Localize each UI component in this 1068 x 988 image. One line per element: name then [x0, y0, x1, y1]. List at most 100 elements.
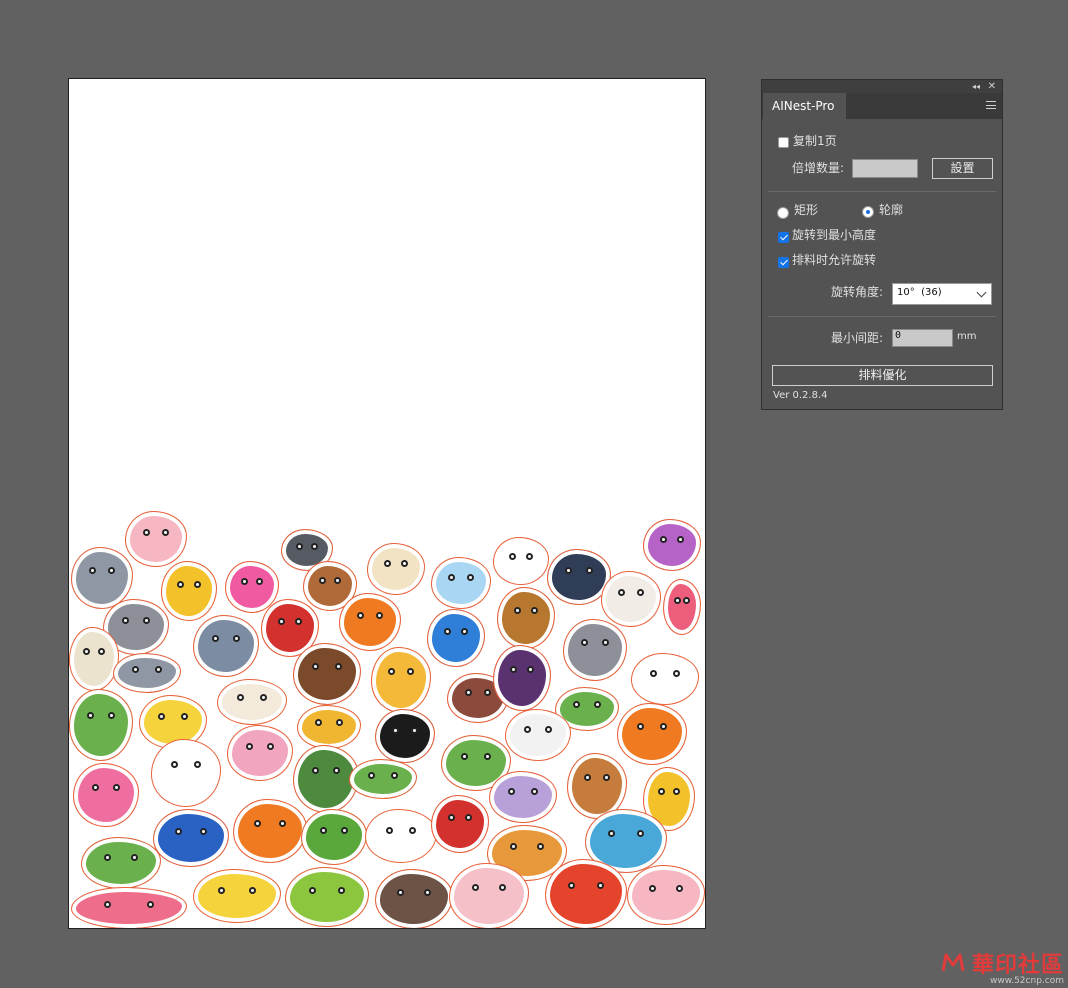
rabbit-sticker[interactable] — [151, 739, 221, 807]
sticker-eye — [401, 560, 409, 567]
sticker-eye — [650, 670, 658, 677]
bluebird-sticker[interactable] — [153, 809, 229, 867]
ladybug2-sticker[interactable] — [431, 795, 489, 853]
rotation-angle-select[interactable]: 10° (36) — [892, 283, 992, 305]
tulip-sticker[interactable] — [663, 579, 701, 635]
caterpillar-sticker[interactable] — [349, 759, 417, 799]
panel-titlebar[interactable]: ◂◂ ✕ — [762, 80, 1002, 93]
allow-rotation-checkbox[interactable] — [778, 257, 789, 268]
sticker-eye — [581, 639, 589, 647]
tab-ainest-pro[interactable]: AINest-Pro — [763, 93, 846, 120]
sticker-eye — [682, 597, 690, 605]
sticker-eye — [513, 607, 521, 615]
bee-sticker[interactable] — [161, 561, 217, 621]
caterpillar2-sticker[interactable] — [301, 809, 367, 865]
butterfly-sticker[interactable] — [73, 763, 139, 827]
beetle-sticker[interactable] — [81, 837, 161, 889]
mosquito-sticker[interactable] — [371, 647, 431, 713]
fly-sticker[interactable] — [431, 557, 491, 609]
sticker-eye — [240, 578, 248, 585]
sticker-eye — [573, 701, 581, 709]
copy-one-page-checkbox[interactable] — [778, 137, 789, 148]
close-icon[interactable]: ✕ — [988, 80, 996, 93]
sticker-eye — [509, 843, 517, 851]
sticker-eye — [131, 854, 139, 861]
cow3-sticker[interactable] — [375, 869, 453, 928]
fox2-sticker[interactable] — [617, 703, 687, 765]
wolf-sticker[interactable] — [113, 653, 181, 693]
sticker-eye — [318, 577, 326, 585]
multiplier-input[interactable] — [852, 159, 918, 178]
sticker-eye — [397, 888, 405, 896]
fox-sticker[interactable] — [339, 593, 401, 651]
duck-sticker[interactable] — [69, 627, 119, 691]
sticker-eye — [158, 712, 166, 720]
shell-sticker[interactable] — [489, 771, 557, 823]
cat2-sticker[interactable] — [505, 709, 571, 761]
sticker-eye — [508, 788, 516, 795]
set-button[interactable]: 設置 — [932, 158, 993, 179]
rhino-sticker[interactable] — [643, 519, 701, 571]
sticker-eye — [423, 888, 431, 896]
bunny-sticker[interactable] — [449, 863, 529, 928]
lion-sticker[interactable] — [497, 587, 555, 649]
mode-rect-radio[interactable] — [777, 207, 789, 219]
panel-menu-icon[interactable] — [986, 101, 996, 109]
sticker-eye — [193, 580, 201, 588]
frog-sticker[interactable] — [69, 689, 133, 761]
sticker-eye — [267, 743, 275, 751]
sticker-eye — [585, 567, 593, 575]
sticker-eye — [674, 597, 682, 605]
sticker-eye — [356, 611, 364, 619]
watermark-logo-icon — [941, 953, 965, 972]
sticker-eye — [233, 635, 241, 643]
cat-sticker[interactable] — [563, 619, 627, 681]
rabbit-sleep-sticker[interactable] — [217, 679, 287, 725]
worm-sticker[interactable] — [71, 887, 187, 928]
pig2-sticker[interactable] — [627, 865, 705, 925]
cow-sticker[interactable] — [631, 653, 699, 705]
sticker-eye — [91, 783, 99, 791]
sticker-eye — [677, 536, 685, 543]
snail-sticker[interactable] — [227, 725, 293, 781]
goat-sticker[interactable] — [193, 615, 259, 677]
collapse-icon[interactable]: ◂◂ — [972, 80, 980, 93]
rotation-angle-value: 10° (36) — [897, 287, 942, 298]
sticker-eye — [447, 813, 455, 821]
sticker-eye — [584, 774, 592, 782]
sticker-eye — [658, 787, 665, 795]
sticker-eye — [278, 819, 286, 827]
owl-sticker[interactable] — [293, 643, 361, 705]
turkey-sticker[interactable] — [493, 645, 551, 711]
cow2-sticker[interactable] — [365, 809, 437, 863]
parrot-sticker[interactable] — [233, 799, 307, 863]
giraffe-sticker[interactable] — [297, 705, 361, 749]
artboard[interactable] — [68, 78, 706, 929]
min-spacing-input[interactable]: 0 — [892, 329, 953, 347]
optimize-nesting-button[interactable]: 排料優化 — [772, 365, 993, 386]
sticker-eye — [608, 829, 616, 837]
sticker-eye — [596, 881, 604, 889]
divider — [768, 191, 996, 192]
sticker-eye — [443, 627, 451, 635]
bird-sticker[interactable] — [427, 609, 485, 667]
sticker-eye — [256, 578, 264, 585]
toucan-sticker[interactable] — [375, 709, 435, 763]
goose-sticker[interactable] — [493, 537, 549, 585]
rotate-min-height-checkbox[interactable] — [778, 232, 789, 243]
sticker-eye — [537, 843, 545, 851]
snail2-sticker[interactable] — [193, 869, 281, 923]
sticker-eye — [464, 689, 472, 697]
parrot2-sticker[interactable] — [545, 859, 627, 928]
pig-sticker[interactable] — [125, 511, 187, 567]
sticker-eye — [565, 567, 573, 575]
sticker-eye — [392, 726, 400, 734]
panda-sticker[interactable] — [367, 543, 425, 595]
sticker-eye — [530, 788, 538, 795]
sticker-eye — [523, 726, 531, 733]
sticker-eye — [568, 881, 576, 889]
grasshopper-sticker[interactable] — [285, 867, 369, 927]
sticker-eye — [499, 884, 507, 892]
sheep-sticker[interactable] — [601, 571, 661, 627]
mode-outline-radio[interactable] — [862, 206, 874, 218]
